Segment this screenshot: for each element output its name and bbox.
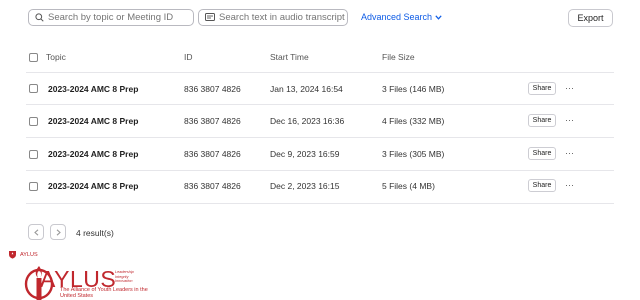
row-topic[interactable]: 2023-2024 AMC 8 Prep — [48, 149, 138, 159]
row-checkbox[interactable] — [29, 150, 38, 159]
column-header-id: ID — [184, 52, 193, 62]
search-topic-input[interactable] — [48, 12, 193, 23]
share-button-label: Share — [532, 150, 552, 157]
row-checkbox[interactable] — [29, 117, 38, 126]
share-button-label: Share — [532, 85, 552, 92]
row-checkbox[interactable] — [29, 84, 38, 93]
row-divider — [26, 104, 614, 105]
search-icon — [35, 13, 44, 22]
brand-small-label: AYLUS — [8, 250, 38, 259]
row-divider — [26, 137, 614, 138]
export-button-label: Export — [577, 13, 604, 23]
more-options-button[interactable]: ··· — [565, 115, 574, 125]
result-count: 4 result(s) — [76, 228, 114, 238]
chevron-left-icon — [33, 228, 38, 236]
brand-subtitle: The Alliance of Youth Leaders in the Uni… — [60, 287, 148, 299]
search-transcript-input[interactable] — [219, 12, 347, 23]
aylus-shield-icon — [9, 251, 16, 259]
row-file-size[interactable]: 3 Files (305 MB) — [382, 149, 444, 159]
row-topic[interactable]: 2023-2024 AMC 8 Prep — [48, 84, 138, 94]
header-divider — [26, 72, 614, 73]
brand-small-text: AYLUS — [20, 251, 38, 258]
brand-tagline: Leadership Integrity Innovation — [115, 270, 134, 284]
more-options-button[interactable]: ··· — [565, 148, 574, 158]
share-button[interactable]: Share — [528, 147, 556, 160]
share-button[interactable]: Share — [528, 114, 556, 127]
previous-page-button[interactable] — [28, 224, 44, 240]
select-all-checkbox[interactable] — [29, 53, 38, 62]
column-header-start-time: Start Time — [270, 52, 309, 62]
next-page-button[interactable] — [50, 224, 66, 240]
row-id: 836 3807 4826 — [184, 116, 241, 126]
brand-tagline-3: Innovation — [115, 279, 133, 284]
row-file-size[interactable]: 5 Files (4 MB) — [382, 181, 435, 191]
advanced-search-link[interactable]: Advanced Search — [361, 12, 442, 22]
search-transcript-input-wrapper[interactable] — [198, 9, 348, 26]
row-id: 836 3807 4826 — [184, 84, 241, 94]
more-options-button[interactable]: ··· — [565, 83, 574, 93]
row-id: 836 3807 4826 — [184, 149, 241, 159]
advanced-search-label: Advanced Search — [361, 12, 433, 22]
share-button-label: Share — [532, 117, 552, 124]
chevron-right-icon — [56, 228, 61, 236]
column-header-file-size: File Size — [382, 52, 415, 62]
share-button-label: Share — [532, 182, 552, 189]
chevron-down-icon — [435, 14, 442, 20]
row-checkbox[interactable] — [29, 182, 38, 191]
row-file-size[interactable]: 4 Files (332 MB) — [382, 116, 444, 126]
row-divider — [26, 170, 614, 171]
row-topic[interactable]: 2023-2024 AMC 8 Prep — [48, 116, 138, 126]
row-file-size[interactable]: 3 Files (146 MB) — [382, 84, 444, 94]
share-button[interactable]: Share — [528, 82, 556, 95]
row-id: 836 3807 4826 — [184, 181, 241, 191]
row-start-time: Dec 2, 2023 16:15 — [270, 181, 340, 191]
transcript-icon — [205, 13, 215, 21]
row-divider — [26, 203, 614, 204]
row-start-time: Jan 13, 2024 16:54 — [270, 84, 343, 94]
export-button[interactable]: Export — [568, 9, 613, 27]
row-topic[interactable]: 2023-2024 AMC 8 Prep — [48, 181, 138, 191]
search-topic-input-wrapper[interactable] — [28, 9, 194, 26]
row-start-time: Dec 16, 2023 16:36 — [270, 116, 345, 126]
brand-tagline-1: Leadership — [115, 270, 134, 274]
share-button[interactable]: Share — [528, 179, 556, 192]
row-start-time: Dec 9, 2023 16:59 — [270, 149, 340, 159]
more-options-button[interactable]: ··· — [565, 180, 574, 190]
column-header-topic: Topic — [46, 52, 66, 62]
